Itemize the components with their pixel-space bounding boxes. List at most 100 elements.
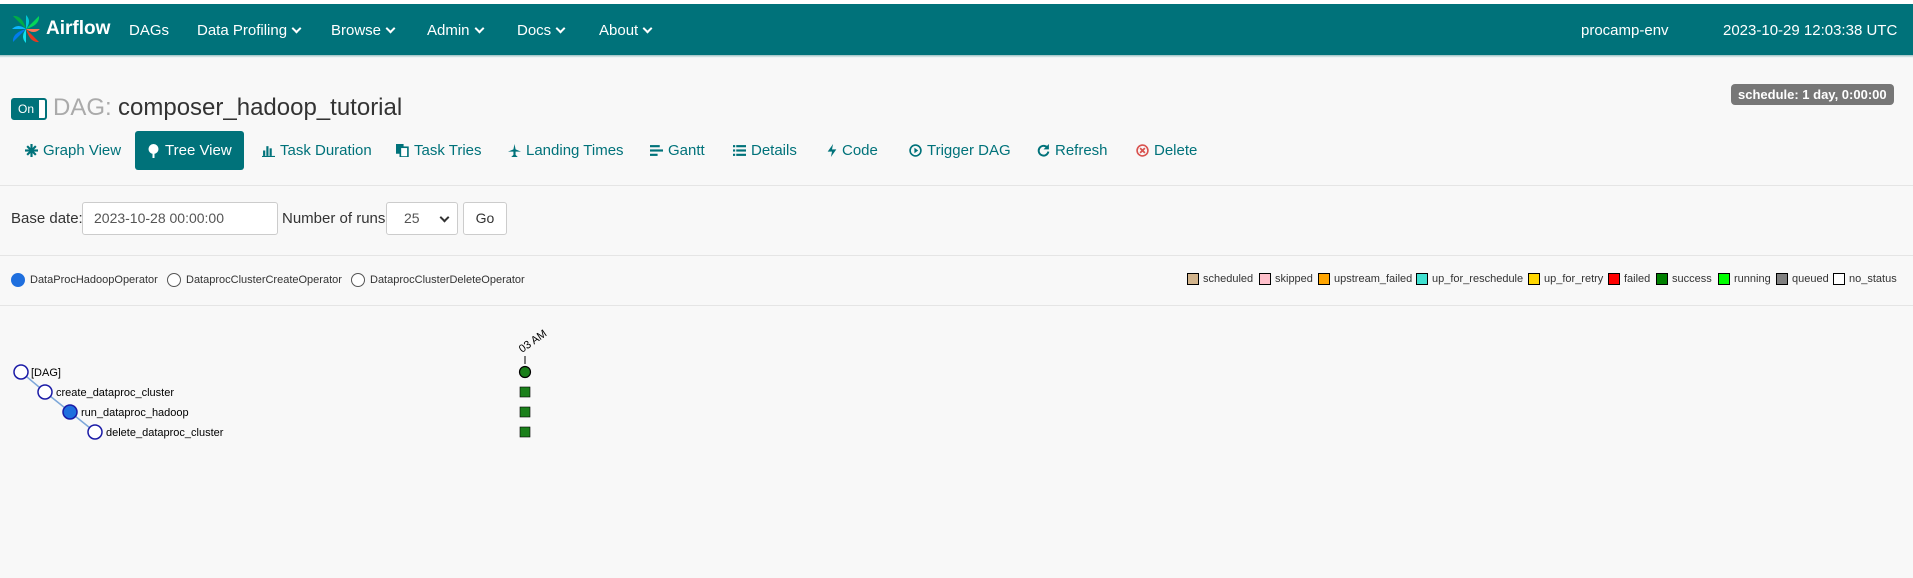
state-legend-item: skipped: [1259, 273, 1313, 285]
nav-about-label: About: [599, 22, 639, 39]
nav-docs-label: Docs: [517, 22, 552, 39]
chevron-down-icon: [439, 212, 450, 223]
tab-tree-view-label: Tree View: [165, 142, 232, 159]
tab-code[interactable]: Code: [815, 131, 890, 170]
base-date-input[interactable]: 2023-10-28 00:00:00: [82, 202, 278, 235]
remove-circle-icon: [1136, 144, 1149, 157]
num-runs-label: Number of runs:: [282, 210, 390, 227]
operator-color-swatch: [11, 273, 25, 287]
tab-task-duration[interactable]: Task Duration: [250, 131, 384, 170]
base-date-label: Base date:: [11, 210, 83, 227]
state-color-swatch: [1259, 273, 1271, 285]
operator-legend-item: DataProcHadoopOperator: [11, 273, 158, 287]
state-label: success: [1672, 273, 1712, 285]
state-legend-item: up_for_retry: [1528, 273, 1603, 285]
tab-refresh[interactable]: Refresh: [1025, 131, 1120, 170]
nav-admin-label: Admin: [427, 22, 470, 39]
tab-task-duration-label: Task Duration: [280, 142, 372, 159]
state-label: running: [1734, 273, 1771, 285]
state-color-swatch: [1318, 273, 1330, 285]
toggle-on-label: On: [13, 100, 39, 118]
tab-details[interactable]: Details: [721, 131, 809, 170]
tab-trigger-dag-label: Trigger DAG: [927, 142, 1011, 159]
airflow-pinwheel-icon: [12, 15, 40, 43]
chevron-down-icon: [474, 23, 484, 34]
tab-gantt-label: Gantt: [668, 142, 705, 159]
num-runs-value: 25: [404, 210, 420, 226]
nav-browse-label: Browse: [331, 22, 382, 39]
tab-details-label: Details: [751, 142, 797, 159]
state-color-swatch: [1528, 273, 1540, 285]
tab-task-tries-label: Task Tries: [414, 142, 482, 159]
top-navbar: Airflow DAGs Data Profiling Browse Admin…: [0, 4, 1913, 55]
state-label: up_for_reschedule: [1432, 273, 1524, 285]
state-label: up_for_retry: [1544, 273, 1604, 285]
flash-icon: [827, 144, 837, 157]
nav-docs[interactable]: Docs: [517, 22, 566, 39]
state-legend-item: up_for_reschedule: [1416, 273, 1523, 285]
tab-gantt[interactable]: Gantt: [638, 131, 717, 170]
align-left-icon: [650, 145, 663, 156]
dag-prefix: DAG:: [53, 94, 112, 121]
operator-label: DataprocClusterCreateOperator: [186, 274, 342, 286]
bar-chart-icon: [262, 146, 275, 157]
tab-landing-times[interactable]: Landing Times: [496, 131, 636, 170]
operator-label: DataProcHadoopOperator: [30, 274, 158, 286]
state-label: scheduled: [1203, 273, 1254, 285]
tab-refresh-label: Refresh: [1055, 142, 1108, 159]
nav-data-profiling-label: Data Profiling: [197, 22, 288, 39]
state-legend-item: no_status: [1833, 273, 1897, 285]
state-legend-item: queued: [1776, 273, 1829, 285]
nav-data-profiling[interactable]: Data Profiling: [197, 22, 302, 39]
asterisk-icon: [25, 144, 38, 157]
state-legend-item: success: [1656, 273, 1712, 285]
dag-pause-toggle[interactable]: On: [11, 98, 47, 120]
airflow-brand[interactable]: Airflow: [10, 13, 110, 45]
state-color-swatch: [1608, 273, 1620, 285]
state-color-swatch: [1776, 273, 1788, 285]
copy-icon: [396, 144, 409, 157]
state-label: upstream_failed: [1334, 273, 1413, 285]
environment-name: procamp-env: [1581, 22, 1669, 39]
tab-tree-view[interactable]: Tree View: [135, 131, 244, 170]
state-color-swatch: [1416, 273, 1428, 285]
tab-delete[interactable]: Delete: [1124, 131, 1209, 170]
chevron-down-icon: [385, 23, 396, 34]
divider: [0, 185, 1913, 186]
state-label: failed: [1624, 273, 1651, 285]
operator-color-swatch: [167, 273, 181, 287]
state-color-swatch: [1718, 273, 1730, 285]
state-legend-item: running: [1718, 273, 1771, 285]
tab-trigger-dag[interactable]: Trigger DAG: [897, 131, 1023, 170]
brand-label: Airflow: [46, 18, 111, 39]
go-button[interactable]: Go: [463, 202, 507, 235]
plane-icon: [508, 144, 521, 157]
tab-task-tries[interactable]: Task Tries: [384, 131, 494, 170]
tab-delete-label: Delete: [1154, 142, 1198, 159]
schedule-badge: schedule: 1 day, 0:00:00: [1731, 84, 1894, 105]
chevron-down-icon: [555, 23, 566, 34]
tab-code-label: Code: [842, 142, 878, 159]
chevron-down-icon: [642, 23, 653, 34]
state-legend-item: upstream_failed: [1318, 273, 1412, 285]
nav-about[interactable]: About: [599, 22, 653, 39]
state-color-swatch: [1656, 273, 1668, 285]
operator-label: DataprocClusterDeleteOperator: [370, 274, 525, 286]
state-label: no_status: [1849, 273, 1897, 285]
nav-admin[interactable]: Admin: [427, 22, 484, 39]
dag-title: composer_hadoop_tutorial: [118, 94, 403, 121]
play-circle-icon: [909, 144, 922, 157]
state-legend-item: failed: [1608, 273, 1650, 285]
state-label: queued: [1792, 273, 1829, 285]
nav-dags[interactable]: DAGs: [129, 22, 169, 39]
state-color-swatch: [1187, 273, 1199, 285]
tab-landing-times-label: Landing Times: [526, 142, 624, 159]
operator-color-swatch: [351, 273, 365, 287]
nav-dags-label: DAGs: [129, 22, 170, 39]
tab-graph-view[interactable]: Graph View: [13, 131, 133, 170]
num-runs-select[interactable]: 25: [386, 202, 458, 235]
divider: [0, 255, 1913, 256]
state-label: skipped: [1275, 273, 1313, 285]
nav-browse[interactable]: Browse: [331, 22, 396, 39]
chevron-down-icon: [291, 23, 302, 34]
